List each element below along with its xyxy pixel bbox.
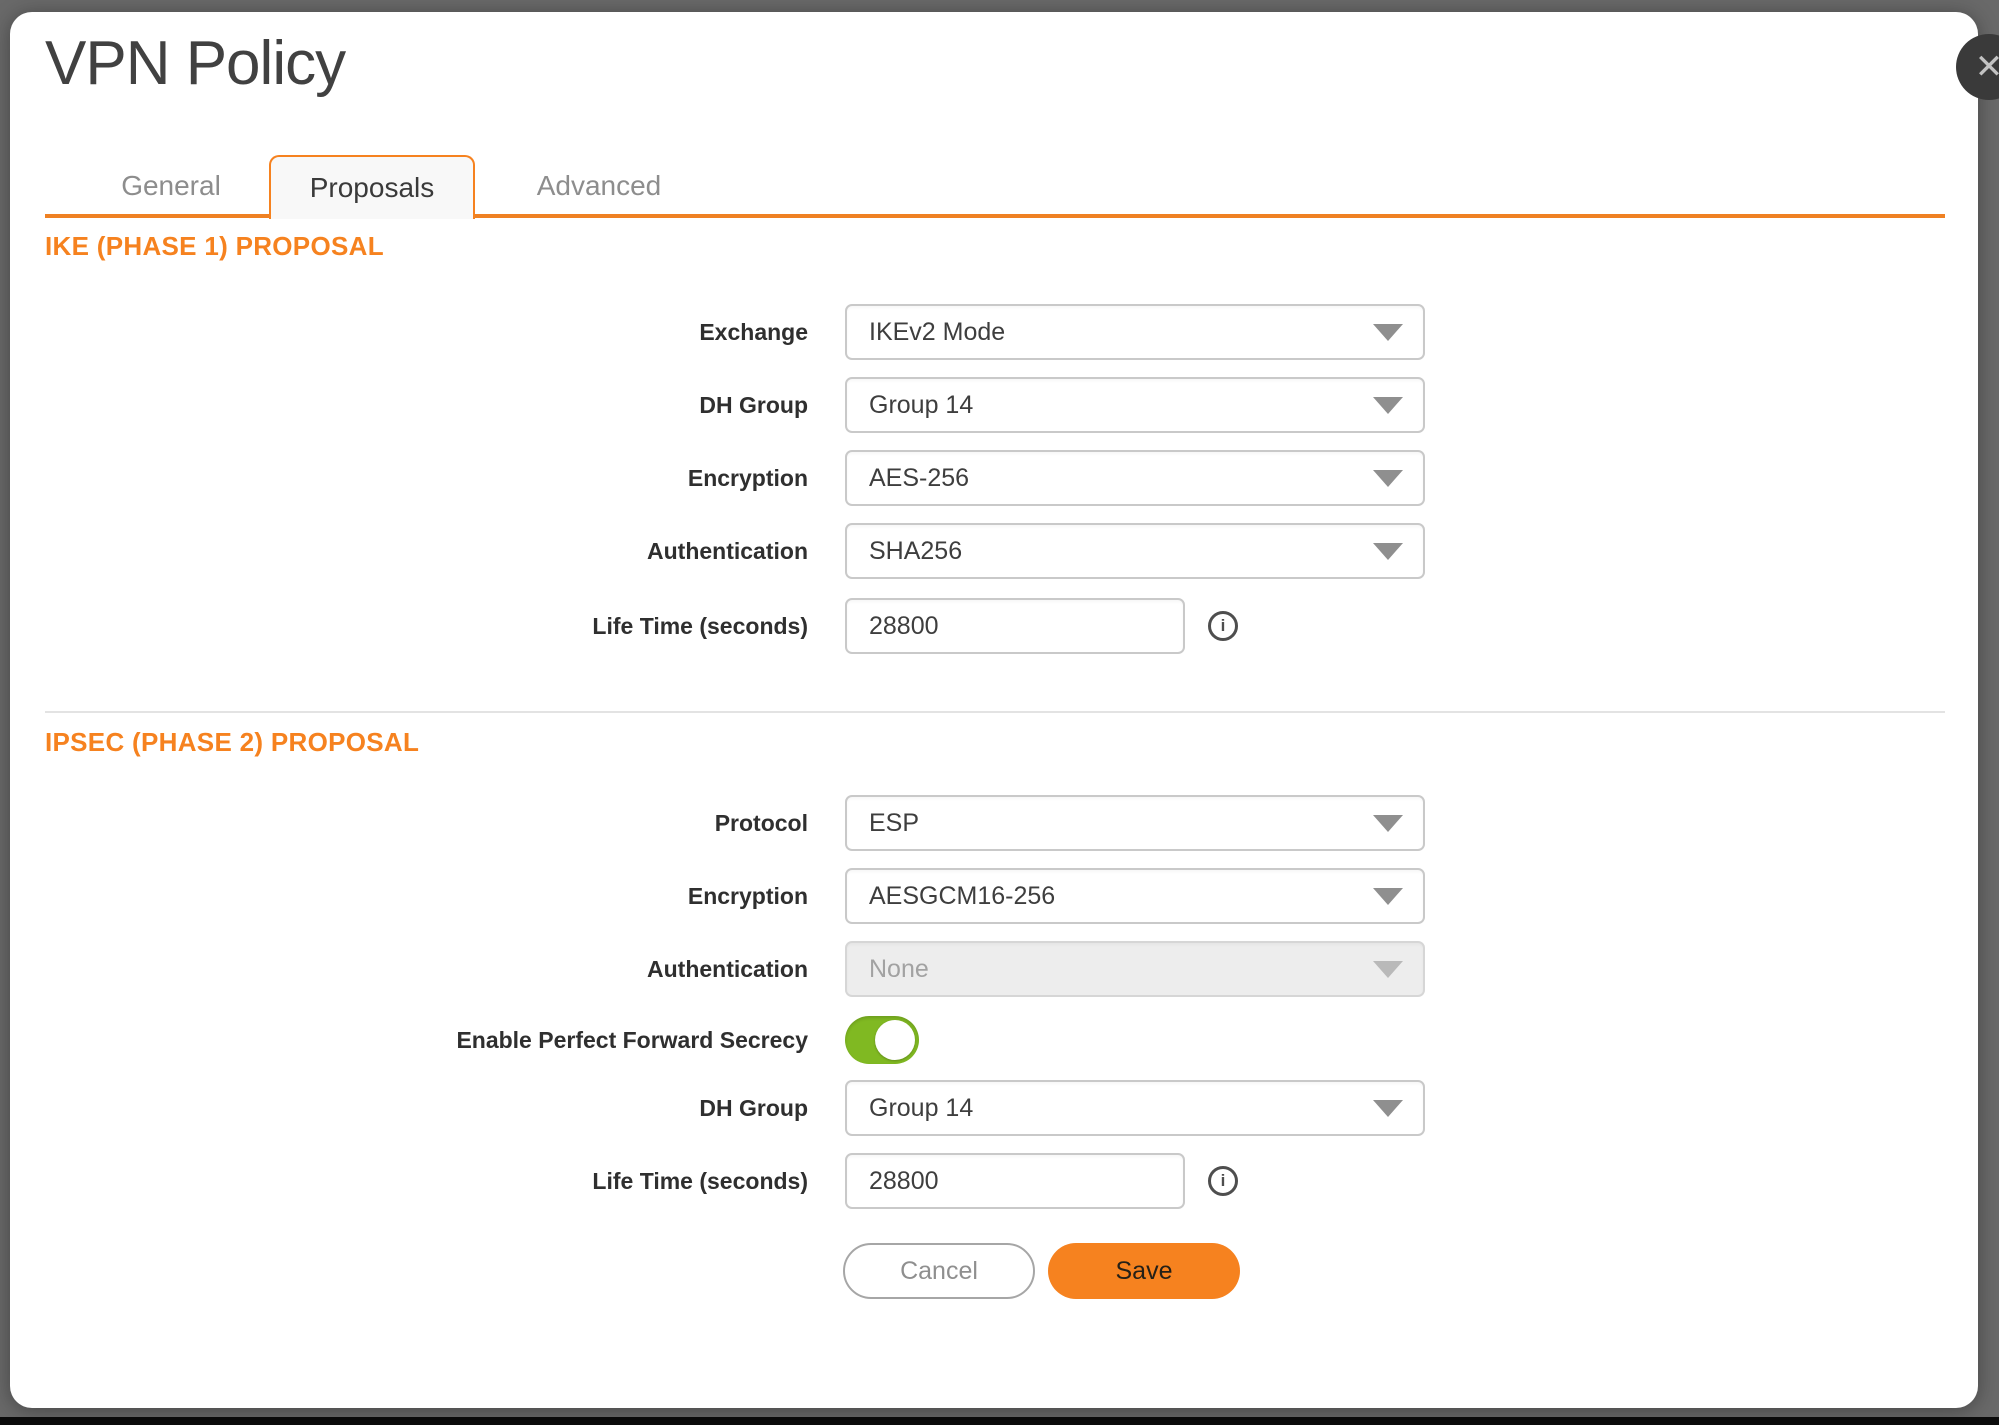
dh-group-label: DH Group xyxy=(45,392,808,419)
authentication-p2-select-disabled: None xyxy=(845,941,1425,997)
tab-general[interactable]: General xyxy=(71,155,271,216)
life-time-input[interactable] xyxy=(845,598,1185,654)
encryption-row: Encryption AES-256 xyxy=(45,450,1425,506)
pfs-label: Enable Perfect Forward Secrecy xyxy=(45,1027,808,1054)
toggle-knob xyxy=(875,1020,915,1060)
dh-group-p2-row: DH Group Group 14 xyxy=(45,1080,1425,1136)
dh-group-p2-select[interactable]: Group 14 xyxy=(845,1080,1425,1136)
chevron-down-icon xyxy=(1373,397,1403,414)
info-icon[interactable]: i xyxy=(1208,611,1238,641)
dh-group-row: DH Group Group 14 xyxy=(45,377,1425,433)
exchange-label: Exchange xyxy=(45,319,808,346)
encryption-select[interactable]: AES-256 xyxy=(845,450,1425,506)
info-icon[interactable]: i xyxy=(1208,1166,1238,1196)
authentication-label: Authentication xyxy=(45,538,808,565)
ike-phase1-heading: IKE (PHASE 1) PROPOSAL xyxy=(45,231,384,262)
tab-proposals[interactable]: Proposals xyxy=(269,155,475,219)
encryption-p2-label: Encryption xyxy=(45,883,808,910)
page-title: VPN Policy xyxy=(45,28,345,100)
dh-group-select-value: Group 14 xyxy=(869,391,973,420)
encryption-label: Encryption xyxy=(45,465,808,492)
section-divider xyxy=(45,711,1945,713)
encryption-p2-select[interactable]: AESGCM16-256 xyxy=(845,868,1425,924)
authentication-p2-row: Authentication None xyxy=(45,941,1425,997)
bottom-edge-bar xyxy=(0,1417,1999,1425)
exchange-select[interactable]: IKEv2 Mode xyxy=(845,304,1425,360)
encryption-select-value: AES-256 xyxy=(869,464,969,493)
authentication-select[interactable]: SHA256 xyxy=(845,523,1425,579)
dh-group-p2-label: DH Group xyxy=(45,1095,808,1122)
ipsec-phase2-heading: IPSEC (PHASE 2) PROPOSAL xyxy=(45,727,419,758)
chevron-down-icon xyxy=(1373,543,1403,560)
dh-group-select[interactable]: Group 14 xyxy=(845,377,1425,433)
tab-advanced-label: Advanced xyxy=(537,170,662,202)
pfs-row: Enable Perfect Forward Secrecy xyxy=(45,1012,919,1068)
encryption-p2-select-value: AESGCM16-256 xyxy=(869,882,1055,911)
exchange-select-value: IKEv2 Mode xyxy=(869,318,1005,347)
authentication-row: Authentication SHA256 xyxy=(45,523,1425,579)
exchange-row: Exchange IKEv2 Mode xyxy=(45,304,1425,360)
tab-general-label: General xyxy=(121,170,221,202)
authentication-p2-select-value: None xyxy=(869,955,929,984)
chevron-down-icon xyxy=(1373,888,1403,905)
cancel-button[interactable]: Cancel xyxy=(843,1243,1035,1299)
chevron-down-icon xyxy=(1373,1100,1403,1117)
tab-advanced[interactable]: Advanced xyxy=(473,155,725,216)
protocol-select-value: ESP xyxy=(869,809,919,838)
chevron-down-icon xyxy=(1373,961,1403,978)
chevron-down-icon xyxy=(1373,324,1403,341)
authentication-p2-label: Authentication xyxy=(45,956,808,983)
pfs-toggle-on[interactable] xyxy=(845,1016,919,1064)
encryption-p2-row: Encryption AESGCM16-256 xyxy=(45,868,1425,924)
life-time-label: Life Time (seconds) xyxy=(45,613,808,640)
protocol-row: Protocol ESP xyxy=(45,795,1425,851)
save-button[interactable]: Save xyxy=(1048,1243,1240,1299)
protocol-select[interactable]: ESP xyxy=(845,795,1425,851)
vpn-policy-dialog: VPN Policy General Proposals Advanced IK… xyxy=(10,12,1978,1408)
authentication-select-value: SHA256 xyxy=(869,537,962,566)
tab-proposals-label: Proposals xyxy=(310,172,435,204)
dh-group-p2-select-value: Group 14 xyxy=(869,1094,973,1123)
life-time-row: Life Time (seconds) i xyxy=(45,598,1185,654)
life-time-p2-label: Life Time (seconds) xyxy=(45,1168,808,1195)
chevron-down-icon xyxy=(1373,815,1403,832)
chevron-down-icon xyxy=(1373,470,1403,487)
life-time-p2-row: Life Time (seconds) i xyxy=(45,1153,1185,1209)
protocol-label: Protocol xyxy=(45,810,808,837)
life-time-p2-input[interactable] xyxy=(845,1153,1185,1209)
